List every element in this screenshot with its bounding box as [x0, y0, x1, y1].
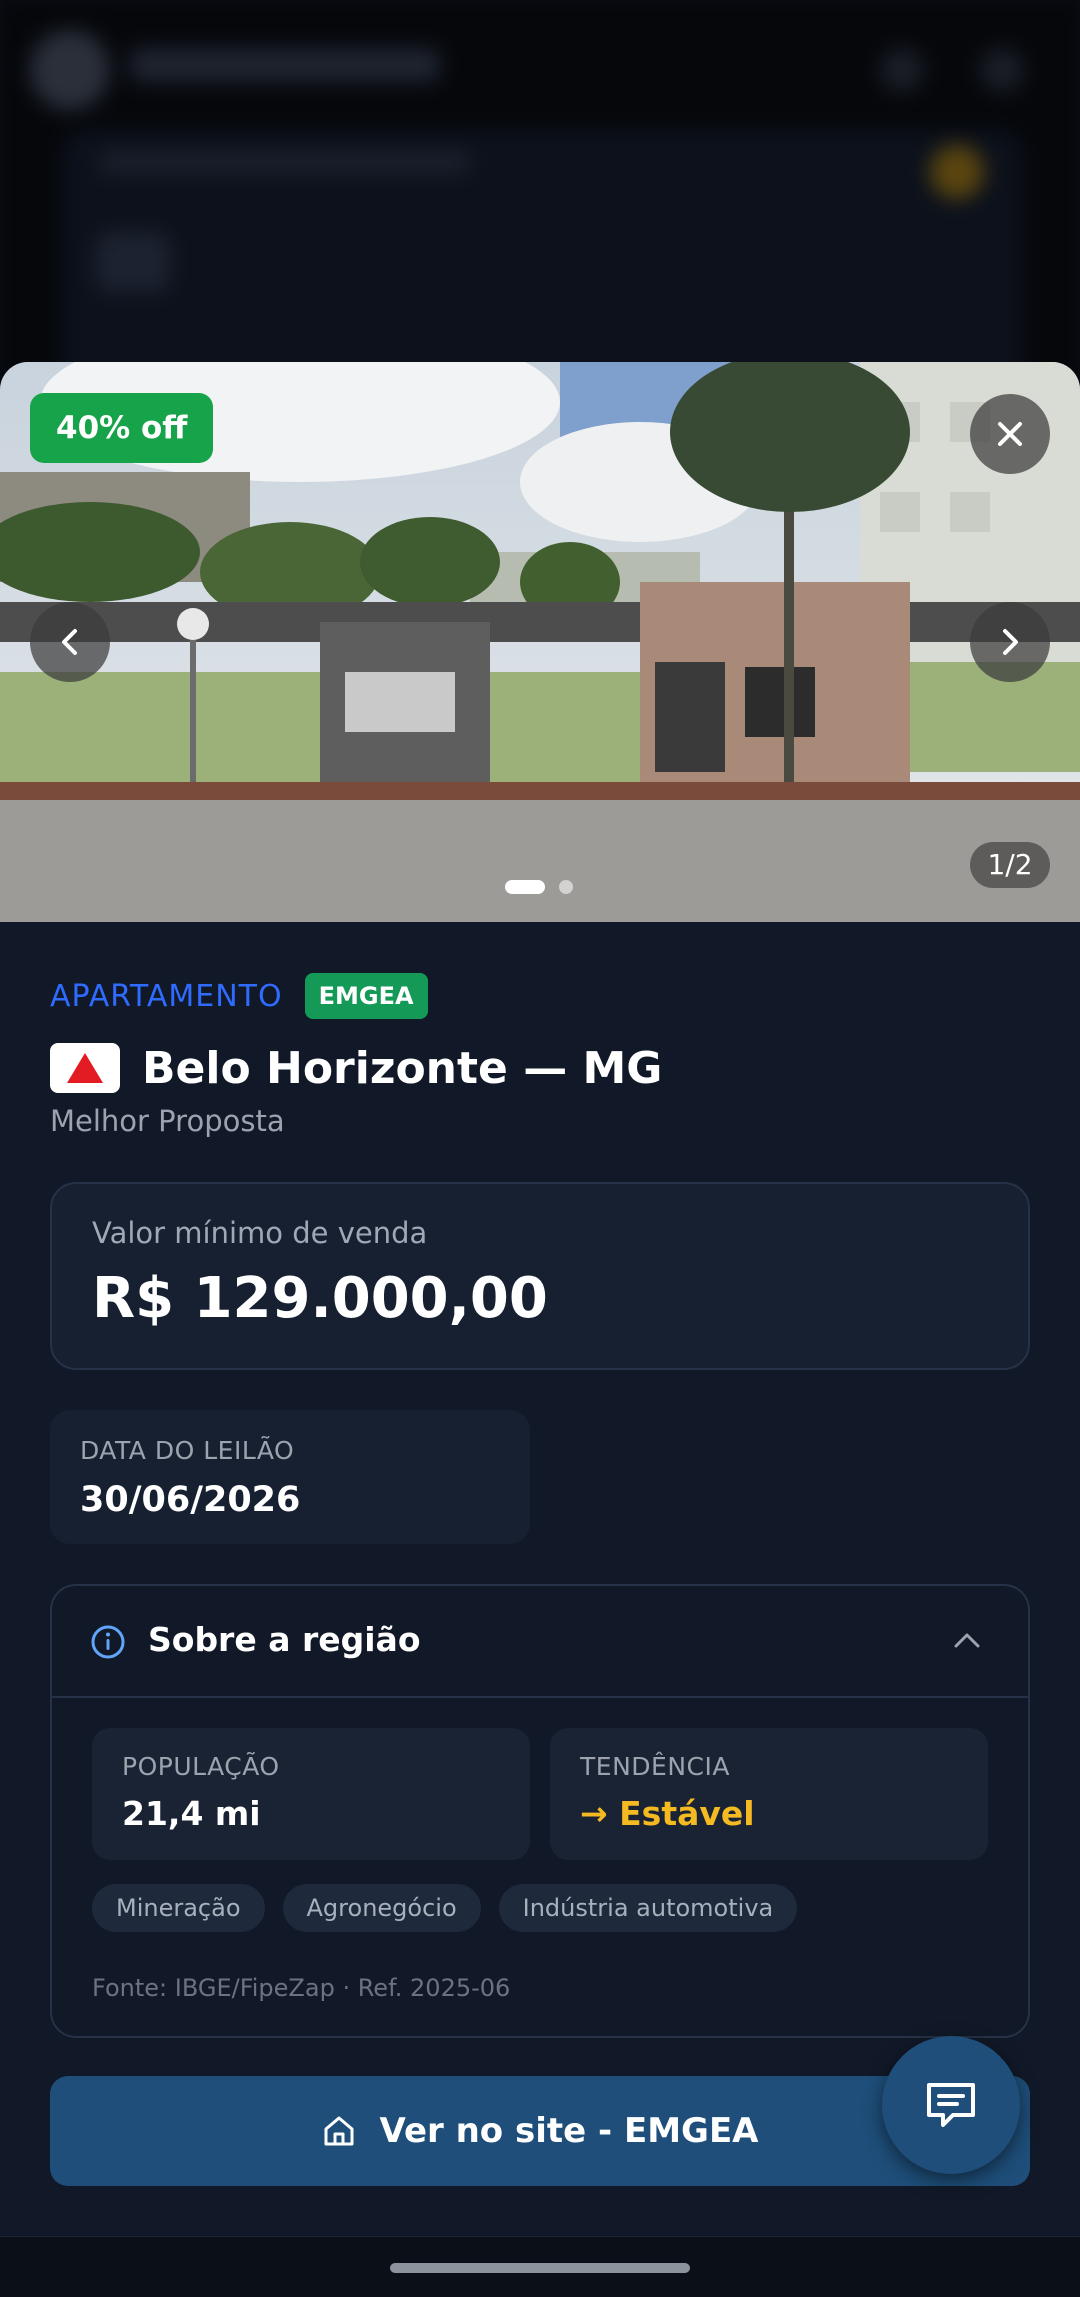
- state-flag-icon: [50, 1043, 120, 1093]
- data-source-note: Fonte: IBGE/FipeZap · Ref. 2025-06: [92, 1974, 511, 2002]
- home-indicator[interactable]: [390, 2263, 690, 2273]
- trend-value: → Estável: [580, 1794, 755, 1833]
- population-stat: POPULAÇÃO 21,4 mi: [92, 1728, 530, 1860]
- image-pagination-dots: [505, 880, 573, 894]
- chat-support-button[interactable]: [882, 2036, 1020, 2174]
- info-icon: [91, 1625, 125, 1659]
- population-label: POPULAÇÃO: [122, 1752, 280, 1781]
- pagination-dot[interactable]: [559, 880, 573, 894]
- title-row: Belo Horizonte — MG: [50, 1040, 662, 1096]
- system-navigation-bar: [0, 2236, 1080, 2297]
- auction-date-value: 30/06/2026: [80, 1480, 301, 1520]
- auction-date-card: DATA DO LEILÃO 30/06/2026: [50, 1410, 530, 1544]
- chat-icon: [927, 2083, 975, 2127]
- background-badge: [930, 145, 984, 199]
- view-on-site-label: Ver no site - EMGEA: [379, 2111, 759, 2151]
- property-type: APARTAMENTO: [50, 978, 283, 1014]
- screen: 40% off 1/2 APARTAMENTO EMGEA Belo Horiz…: [0, 0, 1080, 2297]
- region-section: Sobre a região POPULAÇÃO 21,4 mi TENDÊNC…: [50, 1584, 1030, 2038]
- background-title: [130, 48, 440, 82]
- economy-chip: Agronegócio: [282, 1884, 481, 1932]
- background-app-blurred: [0, 0, 1080, 390]
- background-text: [100, 150, 470, 174]
- pagination-dot-active[interactable]: [505, 880, 545, 894]
- region-title: Sobre a região: [148, 1620, 421, 1659]
- close-button[interactable]: [970, 394, 1050, 474]
- trend-stat: TENDÊNCIA → Estável: [550, 1728, 988, 1860]
- property-city-title: Belo Horizonte — MG: [142, 1042, 663, 1094]
- photo-gallery[interactable]: 40% off 1/2: [0, 362, 1080, 922]
- price-value: R$ 129.000,00: [92, 1266, 548, 1331]
- image-counter: 1/2: [970, 842, 1050, 888]
- source-badge: EMGEA: [304, 973, 428, 1019]
- economy-chip: Indústria automotiva: [498, 1884, 798, 1932]
- price-card: Valor mínimo de venda R$ 129.000,00: [50, 1182, 1030, 1370]
- home-icon: [324, 2116, 354, 2146]
- population-value: 21,4 mi: [122, 1794, 261, 1833]
- chevron-right-icon: [1003, 629, 1018, 655]
- trend-label: TENDÊNCIA: [580, 1752, 730, 1781]
- chevron-up-icon[interactable]: [952, 1628, 982, 1652]
- next-image-button[interactable]: [970, 602, 1050, 682]
- chevron-left-icon: [62, 629, 77, 655]
- background-icon: [880, 48, 924, 92]
- auction-date-label: DATA DO LEILÃO: [80, 1436, 295, 1465]
- background-avatar: [96, 232, 170, 292]
- auction-modality: Melhor Proposta: [50, 1104, 285, 1138]
- background-logo: [30, 30, 110, 110]
- discount-badge: 40% off: [30, 393, 214, 463]
- economy-chips: Mineração Agronegócio Indústria automoti…: [92, 1884, 798, 1932]
- region-section-header[interactable]: Sobre a região: [52, 1586, 1028, 1698]
- price-label: Valor mínimo de venda: [92, 1216, 428, 1250]
- close-icon: [998, 422, 1022, 446]
- property-type-row: APARTAMENTO EMGEA: [50, 972, 428, 1020]
- background-icon: [980, 48, 1024, 92]
- economy-chip: Mineração: [92, 1884, 265, 1932]
- previous-image-button[interactable]: [30, 602, 110, 682]
